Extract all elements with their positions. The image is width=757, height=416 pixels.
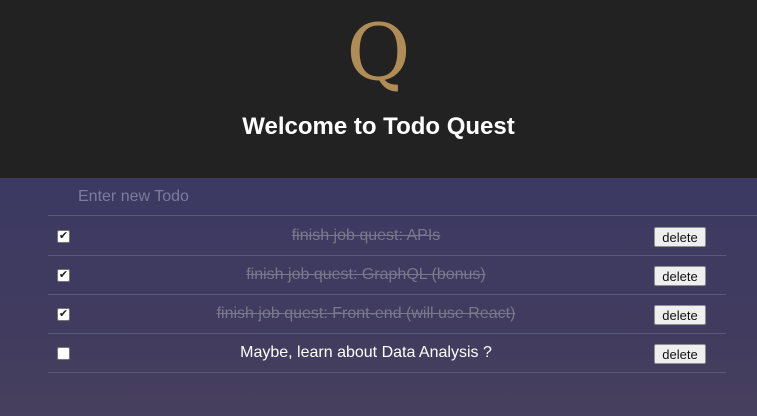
todo-text: finish job quest: Front-end (will use Re… <box>216 305 516 322</box>
todo-panel: ✔ finish job quest: APIs delete ✔ finish… <box>0 178 757 416</box>
delete-button[interactable]: delete <box>654 227 706 247</box>
quest-logo: Q <box>346 8 411 98</box>
todo-checkbox[interactable]: ✔ <box>57 308 70 321</box>
todo-item: ✔ finish job quest: APIs delete <box>48 217 726 256</box>
page-title: Welcome to Todo Quest <box>242 113 515 140</box>
delete-button[interactable]: delete <box>654 305 706 325</box>
app-header: Q Welcome to Todo Quest <box>0 0 757 178</box>
todo-text: finish job quest: GraphQL (bonus) <box>246 266 486 283</box>
todo-checkbox[interactable]: ✔ <box>57 230 70 243</box>
delete-button[interactable]: delete <box>654 266 706 286</box>
todo-checkbox[interactable] <box>57 347 70 360</box>
new-todo-input[interactable] <box>48 178 757 216</box>
todo-list: ✔ finish job quest: APIs delete ✔ finish… <box>48 217 726 373</box>
todo-text: Maybe, learn about Data Analysis ? <box>240 344 492 361</box>
todo-item: Maybe, learn about Data Analysis ? delet… <box>48 334 726 373</box>
todo-checkbox[interactable]: ✔ <box>57 269 70 282</box>
todo-text: finish job quest: APIs <box>291 227 441 244</box>
delete-button[interactable]: delete <box>654 344 706 364</box>
todo-item: ✔ finish job quest: GraphQL (bonus) dele… <box>48 256 726 295</box>
todo-item: ✔ finish job quest: Front-end (will use … <box>48 295 726 334</box>
